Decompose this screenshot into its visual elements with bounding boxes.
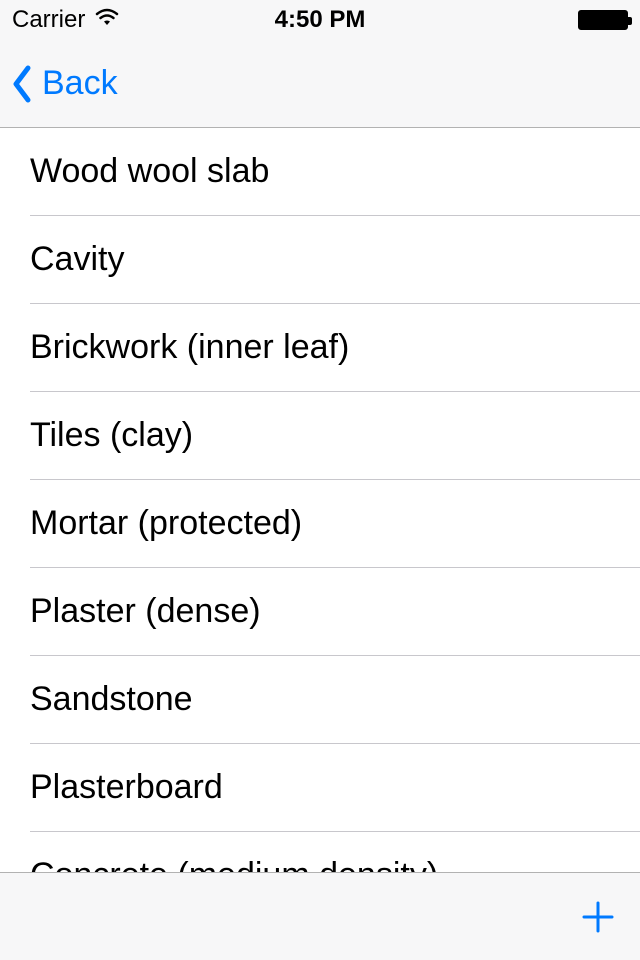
list-item[interactable]: Tiles (clay) (30, 392, 640, 480)
navigation-bar: Back (0, 40, 640, 128)
add-button[interactable] (576, 895, 620, 939)
list-item[interactable]: Sandstone (30, 656, 640, 744)
list-item[interactable]: Concrete (medium density) (30, 832, 640, 872)
carrier-label: Carrier (12, 6, 85, 34)
back-label: Back (42, 64, 118, 103)
status-time: 4:50 PM (275, 6, 366, 34)
status-right (578, 10, 628, 30)
list-item[interactable]: Mortar (protected) (30, 480, 640, 568)
back-button[interactable]: Back (10, 64, 118, 104)
list-item[interactable]: Plasterboard (30, 744, 640, 832)
chevron-left-icon (10, 64, 34, 104)
list-item[interactable]: Plaster (dense) (30, 568, 640, 656)
status-bar: Carrier 4:50 PM (0, 0, 640, 40)
battery-icon (578, 10, 628, 30)
status-left: Carrier (12, 6, 121, 34)
wifi-icon (93, 6, 121, 34)
toolbar (0, 872, 640, 960)
list-item[interactable]: Cavity (30, 216, 640, 304)
list-item[interactable]: Wood wool slab (30, 128, 640, 216)
list-container[interactable]: Wood wool slab Cavity Brickwork (inner l… (0, 128, 640, 872)
list-item[interactable]: Brickwork (inner leaf) (30, 304, 640, 392)
plus-icon (578, 897, 618, 937)
